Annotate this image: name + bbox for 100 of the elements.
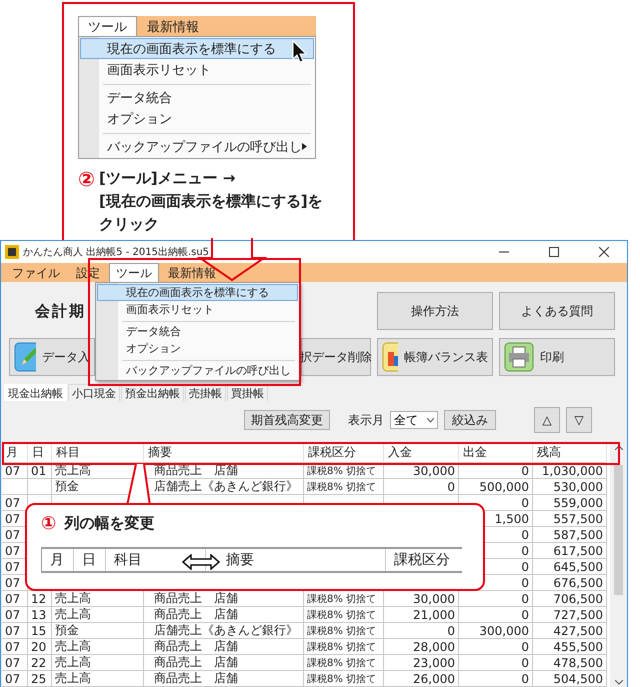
scroll-down-icon[interactable] [614, 680, 622, 685]
step-number: ② [78, 167, 95, 193]
move-down-button[interactable]: ▽ [566, 407, 592, 433]
month-label: 表示月 [348, 412, 384, 428]
table-cell: 645,500 [533, 559, 607, 575]
tab[interactable]: 小口現金 [68, 384, 120, 401]
cursor-icon [292, 40, 308, 64]
scrollbar-thumb[interactable] [614, 465, 623, 595]
bar-chart-icon [382, 342, 398, 372]
menu-title[interactable]: 最新情報 [161, 263, 223, 282]
column-header: 月 [42, 548, 74, 571]
toolbar-button[interactable]: 択データ削除 [301, 338, 371, 376]
tab[interactable]: 現金出納帳 [4, 384, 67, 401]
table-cell: 23,000 [384, 655, 459, 671]
table-cell: 0 [384, 623, 459, 639]
chevron-down-icon [427, 418, 434, 422]
table-cell: 0 [384, 479, 459, 495]
menu-title[interactable]: 最新情報 [137, 16, 209, 36]
table-cell: 0 [459, 671, 533, 687]
table-cell: 300,000 [459, 623, 533, 639]
table-cell: 21,000 [384, 607, 459, 623]
table-cell: 587,500 [533, 527, 607, 543]
table-cell: 預金 [52, 623, 144, 639]
table-cell: 500,000 [459, 479, 533, 495]
column-header[interactable]: 入金 [384, 443, 459, 463]
table-cell: 商品売上 店舗 [144, 607, 304, 623]
table-cell: 617,500 [533, 543, 607, 559]
table-cell: 28,000 [384, 639, 459, 655]
table-cell: 0 [459, 639, 533, 655]
table-cell: 課税8% 切捨て [304, 655, 384, 671]
table-cell: 706,500 [533, 591, 607, 607]
column-header: 日 [74, 548, 106, 571]
table-cell: 26,000 [384, 671, 459, 687]
table-cell: 課税8% 切捨て [304, 607, 384, 623]
table-cell: 売上高 [52, 639, 144, 655]
table-cell: 478,500 [533, 655, 607, 671]
table-cell: 676,500 [533, 575, 607, 591]
menu-item[interactable]: オプション [97, 340, 298, 357]
table-cell: 455,500 [533, 639, 607, 655]
column-header[interactable]: 残高 [533, 443, 607, 463]
column-header: 課税区分 [393, 550, 451, 570]
table-cell: 07 [2, 463, 28, 479]
toolbar-button[interactable]: 帳簿バランス表 [377, 338, 493, 376]
move-up-button[interactable]: △ [534, 407, 560, 433]
column-header[interactable]: 摘要 [144, 443, 304, 463]
menu-item[interactable]: 現在の画面表示を標準にする [80, 38, 314, 59]
table-cell: 売上高 [52, 655, 144, 671]
table-cell: 427,500 [533, 623, 607, 639]
menu-item[interactable]: 画面表示リセット [80, 59, 314, 80]
table-cell: 557,500 [533, 511, 607, 527]
period-label: 会計期 [35, 302, 86, 320]
table-cell: 07 [2, 639, 28, 655]
table-cell: 20 [28, 639, 52, 655]
column-header[interactable]: 課税区分 [304, 443, 384, 463]
table-cell: 01 [28, 463, 52, 479]
resize-arrow-icon [182, 554, 220, 570]
scroll-up-icon[interactable] [614, 445, 622, 450]
column-header[interactable]: 科目 [52, 443, 144, 463]
table-cell: 30,000 [384, 463, 459, 479]
instruction-text: クリック [98, 214, 160, 235]
table-cell: 1,030,000 [533, 463, 607, 479]
table-cell: 課税8% 切捨て [304, 479, 384, 495]
help-button[interactable]: よくある質問 [499, 292, 615, 330]
help-button[interactable]: 操作方法 [377, 292, 493, 330]
menu-title[interactable]: ツール [78, 16, 137, 36]
table-cell: 07 [2, 655, 28, 671]
column-header[interactable]: 出金 [459, 443, 533, 463]
window-title: かんたん商人 出納帳5 - 2015出納帳.su5 [23, 246, 210, 259]
table-cell: 25 [28, 671, 52, 687]
table-cell: 商品売上 店舗 [144, 655, 304, 671]
table-cell: 売上高 [52, 607, 144, 623]
menu-title[interactable]: ファイル [5, 263, 67, 282]
maximize-icon [549, 247, 559, 257]
column-header[interactable]: 日 [28, 443, 52, 463]
month-select[interactable]: 全て [390, 411, 438, 429]
menu-item[interactable]: 現在の画面表示を標準にする [97, 284, 298, 301]
table-cell: 商品売上 店舗 [144, 671, 304, 687]
app-icon [5, 245, 19, 259]
table-cell: 727,500 [533, 607, 607, 623]
pencil-icon [14, 342, 36, 372]
toolbar-button[interactable]: 印刷 [499, 338, 615, 376]
table-cell: 559,000 [533, 495, 607, 511]
filter-button[interactable]: 絞込み [444, 410, 496, 430]
callout-title: 列の幅を変更 [64, 514, 154, 534]
instruction-text: [現在の画面表示を標準にする]を [98, 191, 323, 212]
step-number: ① [41, 513, 56, 535]
table-cell: 0 [459, 655, 533, 671]
opening-balance-button[interactable]: 期首残高変更 [244, 410, 330, 430]
table-cell: 504,500 [533, 671, 607, 687]
menu-item[interactable]: 画面表示リセット [97, 301, 298, 318]
table-cell: 商品売上 店舗 [144, 639, 304, 655]
table-cell: 07 [2, 623, 28, 639]
menu-item[interactable]: オプション [80, 108, 314, 129]
table-cell: 0 [459, 607, 533, 623]
table-cell: 課税8% 切捨て [304, 671, 384, 687]
table-cell: 店舗売上《あきんど銀行》 [144, 623, 304, 639]
instruction-text: [ツール]メニュー → [98, 168, 236, 189]
printer-icon [504, 342, 534, 372]
table-cell: 530,000 [533, 479, 607, 495]
menu-title[interactable]: ツール [109, 263, 159, 282]
